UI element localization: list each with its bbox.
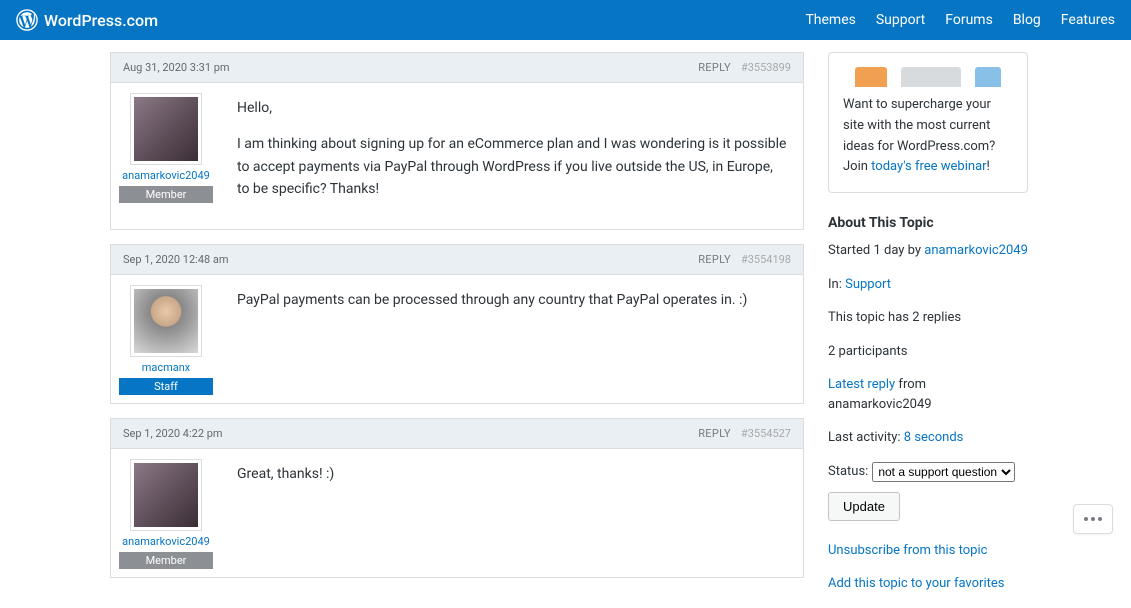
favorite-link[interactable]: Add this topic to your favorites xyxy=(828,576,1004,591)
post-meta: Sep 1, 2020 12:48 am REPLY #3554198 xyxy=(110,244,804,275)
posts-list: Aug 31, 2020 3:31 pm REPLY #3553899 anam… xyxy=(110,52,804,608)
reply-button[interactable]: REPLY xyxy=(698,61,731,74)
unsubscribe-link[interactable]: Unsubscribe from this topic xyxy=(828,543,987,558)
post-id[interactable]: #3554198 xyxy=(741,253,791,266)
post-date: Sep 1, 2020 12:48 am xyxy=(123,253,229,266)
post-id[interactable]: #3553899 xyxy=(741,61,791,74)
post-content: Hello, I am thinking about signing up fo… xyxy=(221,83,803,229)
post-meta: Aug 31, 2020 3:31 pm REPLY #3553899 xyxy=(110,52,804,83)
status-label: Status: xyxy=(828,464,868,479)
author-link[interactable]: anamarkovic2049 xyxy=(119,169,213,182)
nav-features[interactable]: Features xyxy=(1061,12,1115,28)
status-row: Status: not a support question xyxy=(828,462,1028,482)
latest-reply-link[interactable]: Latest reply xyxy=(828,377,895,392)
post-date: Aug 31, 2020 3:31 pm xyxy=(123,61,230,74)
post-paragraph: Hello, xyxy=(237,97,787,119)
avatar[interactable] xyxy=(130,285,202,357)
started-author-link[interactable]: anamarkovic2049 xyxy=(924,243,1028,258)
nav-forums[interactable]: Forums xyxy=(945,12,993,28)
avatar[interactable] xyxy=(130,93,202,165)
update-button[interactable]: Update xyxy=(828,492,900,521)
post-date: Sep 1, 2020 4:22 pm xyxy=(123,427,223,440)
promo-box: Want to supercharge your site with the m… xyxy=(828,52,1028,193)
post-body: macmanx Staff PayPal payments can be pro… xyxy=(110,275,804,404)
wordpress-icon xyxy=(16,9,38,31)
status-select[interactable]: not a support question xyxy=(872,462,1015,482)
top-nav: Themes Support Forums Blog Features xyxy=(805,12,1115,28)
author-column: anamarkovic2049 Member xyxy=(111,83,221,229)
latest-reply-line: Latest reply from anamarkovic2049 xyxy=(828,375,1028,414)
author-link[interactable]: anamarkovic2049 xyxy=(119,535,213,548)
nav-support[interactable]: Support xyxy=(876,12,925,28)
author-column: anamarkovic2049 Member xyxy=(111,449,221,577)
author-badge: Member xyxy=(119,186,213,203)
about-heading: About This Topic xyxy=(828,215,1028,231)
post-body: anamarkovic2049 Member Hello, I am think… xyxy=(110,83,804,230)
avatar[interactable] xyxy=(130,459,202,531)
participants-count: 2 participants xyxy=(828,342,1028,362)
post-content: PayPal payments can be processed through… xyxy=(221,275,763,403)
started-line: Started 1 day by anamarkovic2049 xyxy=(828,241,1028,261)
reply-button[interactable]: REPLY xyxy=(698,253,731,266)
post-paragraph: PayPal payments can be processed through… xyxy=(237,289,747,311)
author-badge: Staff xyxy=(119,378,213,395)
nav-blog[interactable]: Blog xyxy=(1013,12,1041,28)
post-paragraph: I am thinking about signing up for an eC… xyxy=(237,133,787,200)
author-badge: Member xyxy=(119,552,213,569)
nav-themes[interactable]: Themes xyxy=(805,12,855,28)
site-header: WordPress.com Themes Support Forums Blog… xyxy=(0,0,1131,40)
post-meta: Sep 1, 2020 4:22 pm REPLY #3554527 xyxy=(110,418,804,449)
brand-logo[interactable]: WordPress.com xyxy=(16,9,158,31)
last-activity-link[interactable]: 8 seconds xyxy=(904,430,964,445)
post-paragraph: Great, thanks! :) xyxy=(237,463,334,485)
author-column: macmanx Staff xyxy=(111,275,221,403)
post-content: Great, thanks! :) xyxy=(221,449,350,577)
replies-count: This topic has 2 replies xyxy=(828,308,1028,328)
sidebar: Want to supercharge your site with the m… xyxy=(828,52,1028,608)
in-forum-link[interactable]: Support xyxy=(845,277,891,292)
dots-icon xyxy=(1084,517,1088,521)
in-line: In: Support xyxy=(828,275,1028,295)
post-body: anamarkovic2049 Member Great, thanks! :) xyxy=(110,449,804,578)
more-options-button[interactable] xyxy=(1073,504,1113,534)
author-link[interactable]: macmanx xyxy=(119,361,213,374)
promo-illustration xyxy=(843,67,1013,87)
webinar-link[interactable]: today's free webinar xyxy=(871,159,986,174)
reply-button[interactable]: REPLY xyxy=(698,427,731,440)
brand-text: WordPress.com xyxy=(44,11,158,30)
last-activity-line: Last activity: 8 seconds xyxy=(828,428,1028,448)
post-id[interactable]: #3554527 xyxy=(741,427,791,440)
promo-text: Want to supercharge your site with the m… xyxy=(843,95,1013,178)
